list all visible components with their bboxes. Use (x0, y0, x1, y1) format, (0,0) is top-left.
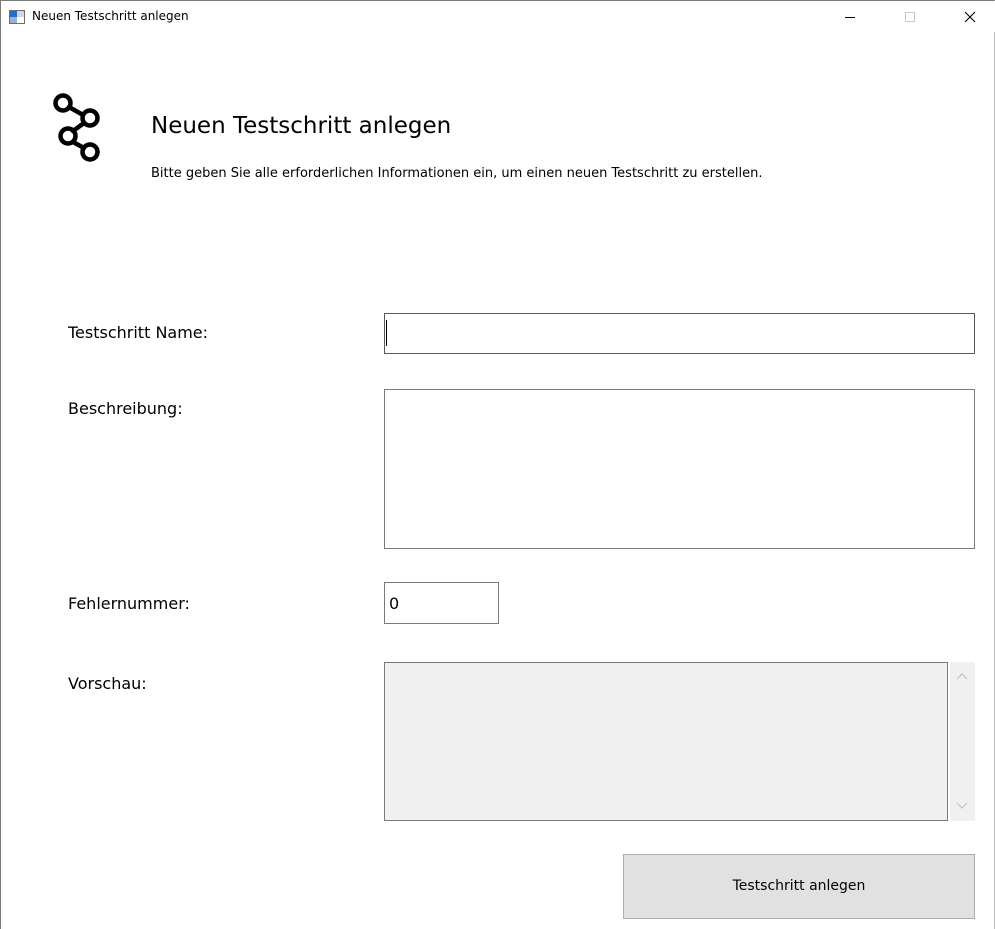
title-bar[interactable]: Neuen Testschritt anlegen (1, 1, 995, 32)
preview-scrollbar[interactable] (950, 662, 975, 821)
scroll-down-icon[interactable] (956, 802, 968, 810)
app-icon (9, 9, 25, 25)
minimize-button[interactable] (827, 1, 873, 32)
name-input[interactable] (384, 313, 975, 354)
dialog-window: Neuen Testschritt anlegen Neuen Testschr… (0, 0, 995, 929)
close-button[interactable] (947, 1, 993, 32)
name-label: Testschritt Name: (68, 323, 209, 342)
workflow-nodes-icon (51, 91, 107, 166)
preview-label: Vorschau: (68, 674, 147, 693)
text-cursor (386, 320, 387, 346)
error-number-input[interactable] (384, 582, 499, 624)
scroll-up-icon[interactable] (956, 672, 968, 680)
close-icon (964, 11, 976, 23)
minimize-icon (845, 17, 855, 18)
maximize-icon (905, 12, 915, 22)
description-label: Beschreibung: (68, 399, 183, 418)
description-input[interactable] (384, 389, 975, 549)
error-number-label: Fehlernummer: (68, 594, 190, 613)
page-subtitle: Bitte geben Sie alle erforderlichen Info… (151, 166, 763, 181)
page-title: Neuen Testschritt anlegen (151, 113, 452, 139)
preview-box[interactable] (384, 662, 948, 821)
window-title: Neuen Testschritt anlegen (32, 9, 189, 23)
maximize-button[interactable] (887, 1, 933, 32)
create-test-step-button[interactable]: Testschritt anlegen (623, 854, 975, 919)
